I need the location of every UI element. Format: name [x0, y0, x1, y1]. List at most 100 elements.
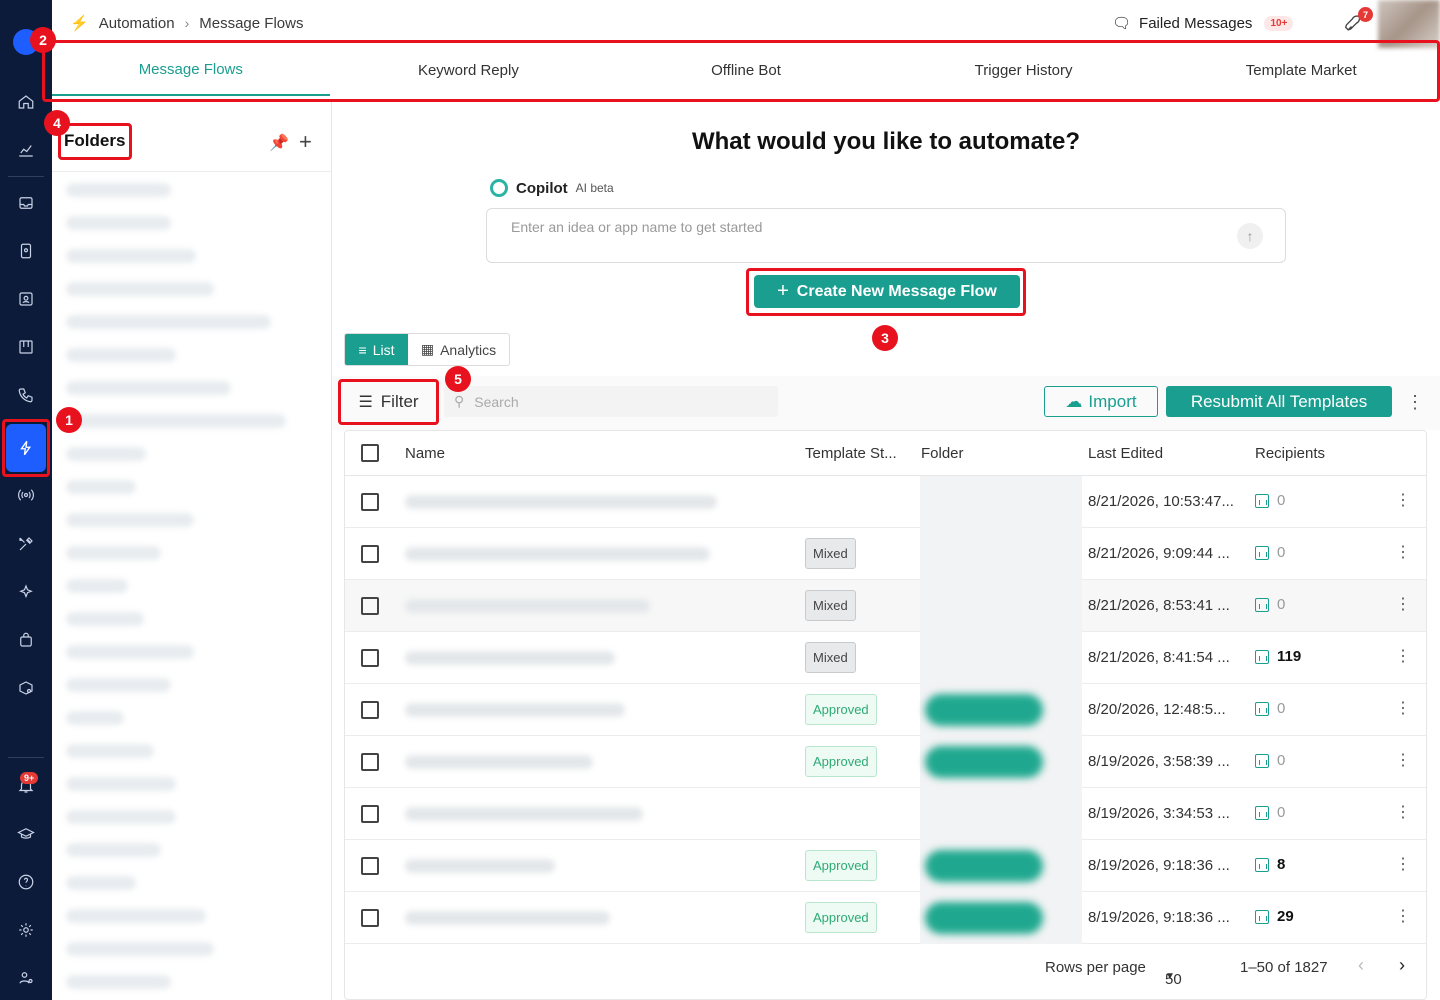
tab-message-flows[interactable]: Message Flows: [52, 44, 330, 96]
folder-item[interactable]: [66, 414, 286, 428]
previous-page-icon[interactable]: ‹: [1358, 955, 1364, 976]
recipients[interactable]: 0: [1255, 752, 1285, 769]
folder-item[interactable]: [66, 612, 144, 626]
folder-item[interactable]: [66, 348, 176, 362]
row-checkbox[interactable]: [361, 753, 379, 771]
flow-name[interactable]: [405, 807, 643, 821]
settings-gear-icon[interactable]: [14, 918, 38, 942]
phone-icon[interactable]: [14, 383, 38, 407]
row-more-icon[interactable]: ⋮: [1395, 698, 1411, 718]
resubmit-all-templates-button[interactable]: Resubmit All Templates: [1166, 386, 1392, 417]
tab-offline-bot[interactable]: Offline Bot: [607, 44, 885, 96]
row-checkbox[interactable]: [361, 909, 379, 927]
avatar[interactable]: [1378, 0, 1440, 48]
broadcast-icon[interactable]: [14, 483, 38, 507]
folder-item[interactable]: [66, 579, 128, 593]
row-checkbox[interactable]: [361, 597, 379, 615]
flow-name[interactable]: [405, 859, 555, 873]
search-input[interactable]: ⚲ Search: [444, 386, 778, 417]
folder-item[interactable]: [66, 249, 196, 263]
column-last-edited[interactable]: Last Edited: [1088, 445, 1163, 462]
row-more-icon[interactable]: ⋮: [1395, 750, 1411, 770]
create-message-flow-button[interactable]: + Create New Message Flow: [754, 275, 1020, 308]
flow-name[interactable]: [405, 495, 717, 509]
row-checkbox[interactable]: [361, 649, 379, 667]
folder-item[interactable]: [66, 678, 171, 692]
folder-item[interactable]: [66, 876, 136, 890]
row-checkbox[interactable]: [361, 493, 379, 511]
row-more-icon[interactable]: ⋮: [1395, 802, 1411, 822]
table-row[interactable]: Mixed 8/21/2026, 9:09:44 ... 0 ⋮: [345, 528, 1426, 580]
column-template-status[interactable]: Template St...: [805, 445, 897, 462]
send-arrow-icon[interactable]: ↑: [1237, 223, 1263, 249]
copilot-prompt-input[interactable]: Enter an idea or app name to get started…: [486, 208, 1286, 263]
table-row[interactable]: Approved 8/19/2026, 9:18:36 ... 29 ⋮: [345, 892, 1426, 944]
flow-name[interactable]: [405, 547, 710, 561]
shop-icon[interactable]: [14, 628, 38, 652]
folder-item[interactable]: [66, 315, 271, 329]
board-icon[interactable]: [14, 335, 38, 359]
folder-item[interactable]: [66, 942, 214, 956]
tools-icon[interactable]: [14, 532, 38, 556]
flow-name[interactable]: [405, 911, 610, 925]
table-row[interactable]: Approved 8/19/2026, 3:58:39 ... 0 ⋮: [345, 736, 1426, 788]
pin-icon[interactable]: 📌: [269, 133, 289, 153]
breadcrumb-section[interactable]: Automation: [99, 15, 175, 32]
folder-item[interactable]: [66, 282, 214, 296]
next-page-icon[interactable]: ›: [1399, 955, 1405, 976]
more-options-icon[interactable]: ⋮: [1406, 392, 1424, 413]
monitor-icon[interactable]: [14, 287, 38, 311]
folder-item[interactable]: [66, 447, 146, 461]
folder-item[interactable]: [66, 744, 154, 758]
failed-messages-link[interactable]: 🗨 Failed Messages 10+: [1112, 14, 1294, 32]
recipients[interactable]: 0: [1255, 596, 1285, 613]
folder-item[interactable]: [66, 777, 176, 791]
table-row[interactable]: 8/19/2026, 3:34:53 ... 0 ⋮: [345, 788, 1426, 840]
recipients[interactable]: 0: [1255, 804, 1285, 821]
table-row[interactable]: Approved 8/19/2026, 9:18:36 ... 8 ⋮: [345, 840, 1426, 892]
academy-icon[interactable]: [14, 822, 38, 846]
folder-item[interactable]: [66, 480, 136, 494]
folder-item[interactable]: [66, 645, 194, 659]
analytics-icon[interactable]: [14, 138, 38, 162]
account-settings-icon[interactable]: [14, 966, 38, 990]
folder-item[interactable]: [66, 975, 171, 989]
tab-template-market[interactable]: Template Market: [1162, 44, 1440, 96]
row-more-icon[interactable]: ⋮: [1395, 594, 1411, 614]
row-more-icon[interactable]: ⋮: [1395, 906, 1411, 926]
table-row[interactable]: Mixed 8/21/2026, 8:41:54 ... 119 ⋮: [345, 632, 1426, 684]
ai-sparkle-icon[interactable]: [14, 580, 38, 604]
flow-name[interactable]: [405, 755, 593, 769]
column-recipients[interactable]: Recipients: [1255, 445, 1325, 462]
folder-item[interactable]: [66, 843, 161, 857]
recipients[interactable]: 119: [1255, 648, 1301, 665]
folder-item[interactable]: [66, 909, 206, 923]
row-more-icon[interactable]: ⋮: [1395, 854, 1411, 874]
import-button[interactable]: ☁ Import: [1044, 386, 1158, 417]
recipients[interactable]: 0: [1255, 544, 1285, 561]
add-folder-icon[interactable]: +: [299, 129, 312, 155]
folder-item[interactable]: [66, 810, 176, 824]
row-checkbox[interactable]: [361, 701, 379, 719]
row-checkbox[interactable]: [361, 857, 379, 875]
filter-button[interactable]: ☰ Filter: [340, 381, 437, 423]
row-checkbox[interactable]: [361, 545, 379, 563]
row-more-icon[interactable]: ⋮: [1395, 490, 1411, 510]
recipients[interactable]: 0: [1255, 700, 1285, 717]
row-more-icon[interactable]: ⋮: [1395, 646, 1411, 666]
inbox-icon[interactable]: [14, 191, 38, 215]
table-row[interactable]: Approved 8/20/2026, 12:48:5... 0 ⋮: [345, 684, 1426, 736]
row-checkbox[interactable]: [361, 805, 379, 823]
flow-name[interactable]: [405, 651, 615, 665]
tab-trigger-history[interactable]: Trigger History: [885, 44, 1163, 96]
folder-item[interactable]: [66, 711, 124, 725]
tab-keyword-reply[interactable]: Keyword Reply: [330, 44, 608, 96]
select-all-checkbox[interactable]: [361, 444, 379, 462]
package-settings-icon[interactable]: [14, 676, 38, 700]
folder-item[interactable]: [66, 216, 171, 230]
contacts-icon[interactable]: [14, 239, 38, 263]
folder-item[interactable]: [66, 546, 161, 560]
help-icon[interactable]: [14, 870, 38, 894]
flow-name[interactable]: [405, 599, 650, 613]
column-name[interactable]: Name: [405, 445, 445, 462]
